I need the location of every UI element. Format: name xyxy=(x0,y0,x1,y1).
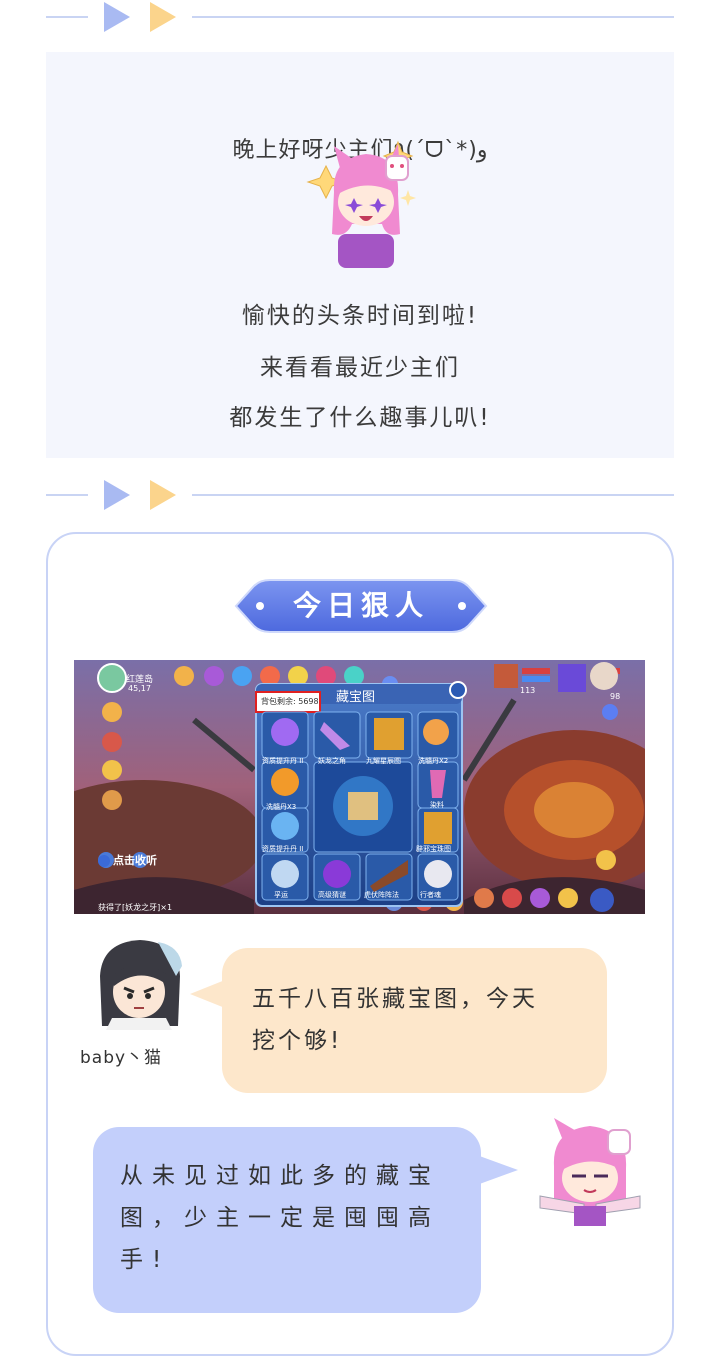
reply-message-bubble: 从未见过如此多的藏宝 图，少主一定是囤囤高 手! xyxy=(93,1127,481,1313)
bag-remaining-label: 背包剩余: 5698 xyxy=(261,697,319,706)
play-arrow-icon xyxy=(150,2,176,32)
item-label: 虎伏阵阵法 xyxy=(364,891,399,899)
section-title: 今日狠人 xyxy=(292,589,429,622)
item-label: 行者魂 xyxy=(420,891,441,899)
divider-line xyxy=(46,494,88,496)
item-label: 九耀星辰图 xyxy=(366,757,401,765)
item-label: 妖龙之角 xyxy=(318,757,346,765)
item-label: 洗髓丹X2 xyxy=(418,757,449,765)
intro-box: 晚上好呀少主们٩(ˊᗜˋ*)و 愉快的头条时间到啦! 来看看最近少主们 都发生了… xyxy=(46,52,674,458)
section-divider-top xyxy=(46,0,674,34)
item-label: 孚运 xyxy=(274,891,288,899)
play-arrow-icon xyxy=(150,480,176,510)
section-banner: 今日狠人 xyxy=(230,578,492,634)
play-circle-icon xyxy=(98,855,110,867)
item-label: 洗髓丹X3 xyxy=(266,803,297,811)
listen-button[interactable]: 点击收听 xyxy=(98,852,157,868)
item-label: 染料 xyxy=(430,801,444,809)
item-label: 资质提升丹 II xyxy=(262,845,304,853)
divider-line xyxy=(192,16,674,18)
mascot-smug-sticker xyxy=(539,1118,641,1226)
item-label: 高级猜谜 xyxy=(318,891,346,899)
item-label: 资质提升丹 II xyxy=(262,757,304,765)
divider-line xyxy=(192,494,674,496)
level-badge: 113 xyxy=(520,686,536,695)
mascot-sparkle-sticker xyxy=(306,140,416,268)
intro-line-1: 愉快的头条时间到啦! xyxy=(241,303,479,329)
level-badge-2: 98 xyxy=(610,692,621,701)
treasure-map-panel-title: 藏宝图 xyxy=(336,690,376,705)
play-arrow-icon xyxy=(104,2,130,32)
item-label: 辟邪宝珠图 xyxy=(416,845,451,853)
user-name: baby丶猫 xyxy=(80,1048,163,1068)
section-divider-middle xyxy=(46,478,674,512)
chat-message-line: 获得了[妖龙之牙]×1 xyxy=(98,903,173,912)
user-message-text: 五千八百张藏宝图，今天 挖个够! xyxy=(252,986,538,1054)
user-message-bubble: 五千八百张藏宝图，今天 挖个够! xyxy=(222,948,607,1093)
user-avatar xyxy=(100,940,182,1030)
coords-label: 45,17 xyxy=(128,684,151,693)
reply-message-text: 从未见过如此多的藏宝 图，少主一定是囤囤高 手! xyxy=(120,1163,440,1273)
intro-line-2: 来看看最近少主们 xyxy=(260,355,460,381)
intro-line-3: 都发生了什么趣事儿叭! xyxy=(229,405,491,431)
divider-line xyxy=(46,16,88,18)
game-screenshot: 背包剩余: 5698 藏宝图 红莲岛 45,17 113 98 资质提升丹 II… xyxy=(74,660,645,914)
play-arrow-icon xyxy=(104,480,130,510)
